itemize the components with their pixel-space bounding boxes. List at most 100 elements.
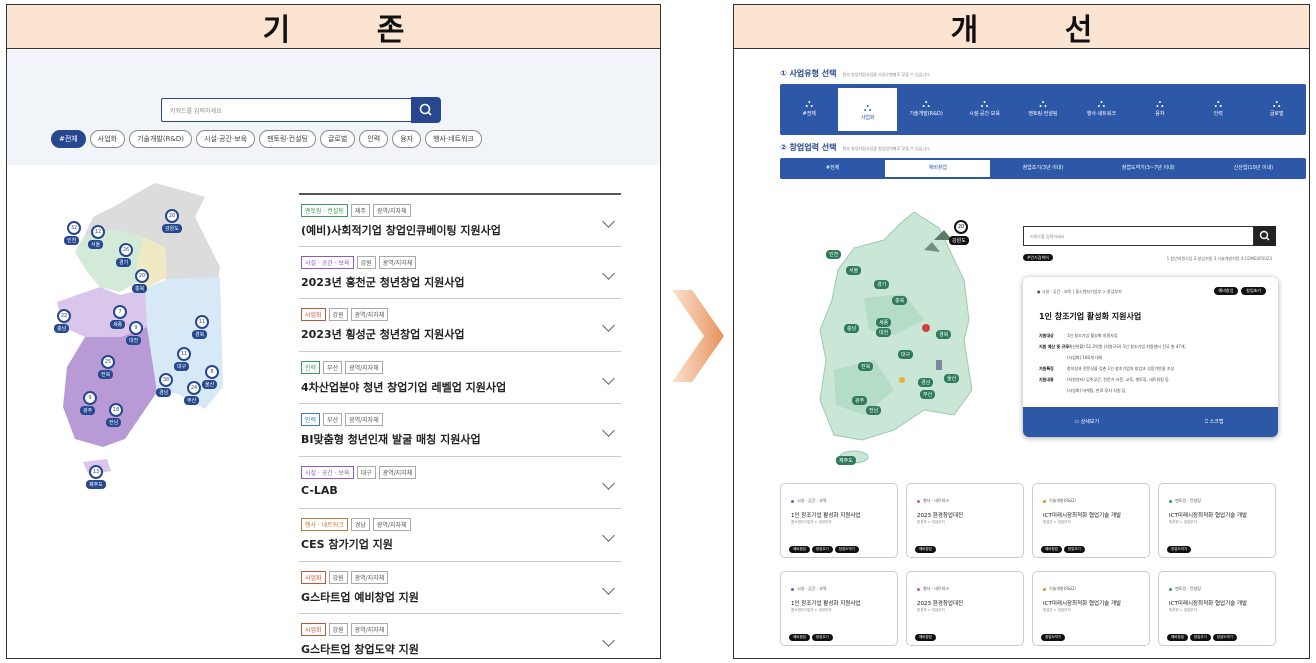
map-pin[interactable]: 24: [187, 381, 201, 395]
business-type-tab[interactable]: ⛬ 글로벌: [1248, 84, 1306, 135]
hot-keyword-list[interactable]: 1.청년지원사업 2.창업지원 3.기술개발지원 4.COMEUP2023: [1167, 256, 1272, 262]
before-search-input[interactable]: 키워드를 입력하세요: [161, 98, 439, 122]
map-pin[interactable]: 26: [119, 243, 133, 257]
chevron-down-icon[interactable]: [602, 319, 615, 332]
map-region-label[interactable]: 대구: [898, 350, 914, 359]
map-region-label[interactable]: 대전: [876, 328, 892, 337]
business-type-tab[interactable]: ⛬ 시설·공간·보육: [955, 84, 1013, 135]
map-pin[interactable]: 38: [159, 373, 173, 387]
category-chip[interactable]: #전체: [51, 130, 86, 148]
scrap-button[interactable]: ⎕ 스크랩: [1151, 407, 1279, 437]
category-chip[interactable]: 글로벌: [319, 130, 356, 148]
chevron-down-icon[interactable]: [602, 424, 615, 437]
program-card[interactable]: 시설 · 공간 · 보육 1인 창조기업 활성화 지원사업 중소벤처기업부 > 창업…: [780, 571, 898, 646]
business-type-tab[interactable]: ⛬ 멘토링·컨설팅: [1014, 84, 1072, 135]
business-type-tab[interactable]: ⛬ 행사·네트워크: [1072, 84, 1130, 135]
detail-view-button[interactable]: ▭ 상세보기: [1023, 407, 1151, 437]
map-region-gangwon-badge[interactable]: 강원도: [949, 236, 969, 245]
stage-tab[interactable]: 창업도약기(3~7년 이내): [1096, 158, 1201, 179]
map-region-gangwon-pin[interactable]: 20: [954, 220, 968, 234]
map-pin[interactable]: 25: [101, 355, 115, 369]
business-type-label: 기술개발(R&D): [909, 111, 943, 117]
map-pin[interactable]: 8: [205, 365, 219, 379]
chevron-down-icon[interactable]: [602, 634, 615, 647]
category-chip[interactable]: 기술개발(R&D): [129, 130, 193, 148]
map-pin[interactable]: 32: [67, 221, 81, 235]
map-region-label[interactable]: 부산: [920, 390, 936, 399]
category-chip[interactable]: 융자: [392, 130, 422, 148]
business-type-tab[interactable]: ⛬ 사업화: [838, 88, 897, 131]
after-korea-map[interactable]: 강원도 20 인천서울경기 충북충남 세종 대전 경북대구전북경남 울산부산광주 전남제주도: [814, 210, 984, 470]
map-region-label[interactable]: 충북: [892, 296, 908, 305]
stage-tab[interactable]: 창업초기(3년 이내): [990, 158, 1095, 179]
chevron-down-icon[interactable]: [602, 266, 615, 280]
chevron-down-icon[interactable]: [602, 371, 615, 385]
program-list-item[interactable]: 멘토링 · 컨설팅 제주 광역/지자체 (예비)사회적기업 창업인큐베이팅 지원사업: [299, 193, 621, 246]
map-region-label[interactable]: 제주도: [836, 456, 856, 465]
map-region-label[interactable]: 경남: [918, 378, 934, 387]
stage-tab[interactable]: #전체: [780, 158, 885, 179]
map-region-label[interactable]: 인천: [826, 250, 842, 259]
map-pin[interactable]: 9: [129, 321, 143, 335]
map-region-label[interactable]: 전남: [866, 406, 882, 415]
chevron-down-icon[interactable]: [602, 529, 615, 542]
map-region-label[interactable]: 울산: [944, 374, 960, 383]
business-type-tab[interactable]: ⛬ 융자: [1131, 84, 1189, 135]
map-pin[interactable]: 7: [113, 305, 127, 319]
program-list-item[interactable]: 시설 · 공간 · 보육 강원 광역/지자체 2023년 홍천군 청년창업 지원사업: [299, 245, 621, 299]
program-card[interactable]: 행사 · 네트워크 2023 환경창업대전 환경부 > 창업부처 예비창업: [906, 571, 1024, 646]
business-type-tab[interactable]: ⛬ 인력: [1189, 84, 1247, 135]
program-card[interactable]: 기술개발(R&D) ICT미래시장최적화 협업기술 개발 환경부 > 창업부처 예비창…: [1032, 483, 1150, 558]
stage-tab[interactable]: 예비창업: [885, 160, 991, 177]
map-region-label[interactable]: 광주: [852, 396, 868, 405]
map-region-label[interactable]: 세종: [876, 318, 892, 327]
before-search-button[interactable]: [411, 97, 441, 123]
map-pin[interactable]: 11: [177, 347, 191, 361]
program-list-item[interactable]: 인력 부산 광역/지자체 4차산업분야 청년 창업기업 레벨업 지원사업: [299, 350, 621, 404]
program-list-item[interactable]: 시설 · 공간 · 보육 대구 광역/지자체 C-LAB: [299, 455, 621, 509]
chevron-down-icon[interactable]: [602, 215, 615, 228]
after-search-button[interactable]: [1254, 226, 1276, 246]
before-header: 기 존: [7, 5, 660, 49]
map-pin[interactable]: 13: [89, 465, 103, 479]
map-pin[interactable]: 22: [57, 309, 71, 323]
map-region-label[interactable]: 서울: [846, 266, 862, 275]
map-pin-label: 부산: [184, 396, 200, 405]
program-card[interactable]: 행사 · 네트워크 2023 환경창업대전 환경부 > 창업부처 예비창업: [906, 483, 1024, 558]
category-chip[interactable]: 행사·네트워크: [425, 130, 482, 148]
chevron-down-icon[interactable]: [602, 476, 615, 490]
category-chip[interactable]: 사업화: [89, 130, 126, 148]
program-card[interactable]: 멘토링 · 컨설팅 ICT미래시장최적화 협업기술 개발 특허청 > 창업부처 예비창…: [1158, 571, 1276, 646]
item-tags: 행사 · 네트워크 경남 광역/지자체: [301, 518, 411, 531]
map-pin[interactable]: 20: [135, 269, 149, 283]
category-chip[interactable]: 멘토링·컨설팅: [259, 130, 316, 148]
category-chip[interactable]: 인력: [359, 130, 389, 148]
after-search-input[interactable]: 키워드를 입력하세요: [1023, 226, 1254, 246]
item-tag: 경남: [350, 518, 370, 531]
map-region-label[interactable]: 경북: [936, 330, 952, 339]
map-region-label[interactable]: 전북: [858, 362, 874, 371]
business-type-tab[interactable]: ⛬ 기술개발(R&D): [897, 84, 955, 135]
program-list-item[interactable]: 사업화 강원 광역/지자체 2023년 횡성군 청년창업 지원사업: [299, 298, 621, 351]
program-list-item[interactable]: 인력 부산 광역/지자체 BI맞춤형 청년인재 발굴 매칭 지원사업: [299, 403, 621, 456]
map-pin[interactable]: 12: [91, 225, 105, 239]
map-region-label[interactable]: 충남: [844, 324, 860, 333]
map-region-label[interactable]: 경기: [874, 280, 890, 289]
map-pin[interactable]: 18: [109, 403, 123, 417]
card-badge: 창업초기: [1241, 287, 1266, 295]
category-icon: ⛬: [1272, 97, 1281, 110]
business-type-tab[interactable]: ⛬ #전체: [780, 84, 838, 135]
category-chip[interactable]: 시설·공간·보육: [196, 130, 256, 148]
program-list-item[interactable]: 사업화 강원 광역/지자체 G스타트업 창업도약 지원: [299, 613, 621, 658]
program-card[interactable]: 멘토링 · 컨설팅 ICT미래시장최적화 협업기술 개발 특허청 > 창업부처 창업도…: [1158, 483, 1276, 558]
map-pin[interactable]: 11: [195, 315, 209, 329]
map-pin[interactable]: 20: [165, 209, 179, 223]
map-pin[interactable]: 9: [83, 391, 97, 405]
chevron-down-icon[interactable]: [602, 581, 615, 595]
program-card[interactable]: 기술개발(R&D) ICT미래시장최적화 협업기술 개발 환경부 > 창업부처 창업도…: [1032, 571, 1150, 646]
before-korea-map[interactable]: 32 인천 12 서울 26 경기 20 강원도 20 충북 7 세종 22 충남 9 대전 11 경북 25 전북 1…: [45, 177, 245, 489]
program-list-item[interactable]: 행사 · 네트워크 경남 광역/지자체 CES 참가기업 지원: [299, 508, 621, 561]
stage-tab[interactable]: 신산업(10년 이내): [1201, 158, 1306, 179]
program-list-item[interactable]: 사업화 강원 광역/지자체 G스타트업 예비창업 지원: [299, 560, 621, 614]
program-card[interactable]: 시설 · 공간 · 보육 1인 창조기업 활성화 지원사업 중소벤처기업부 > 창업…: [780, 483, 898, 558]
